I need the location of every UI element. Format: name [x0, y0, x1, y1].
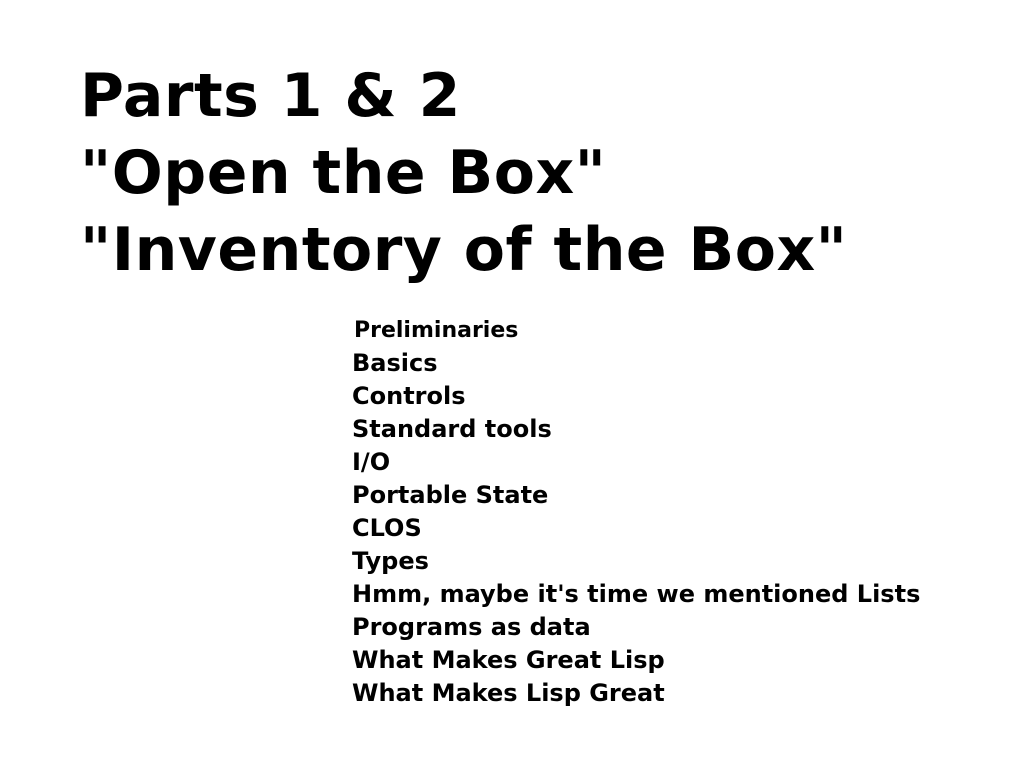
topic-standard-tools: Standard tools [352, 415, 552, 443]
topic-what-makes-great-lisp: What Makes Great Lisp [352, 646, 665, 674]
topic-preliminaries: Preliminaries [354, 318, 519, 343]
topic-portable-state: Portable State [352, 481, 549, 509]
topic-programs-as-data: Programs as data [352, 613, 591, 641]
topic-list: Preliminaries Basics Controls Standard t… [352, 314, 920, 710]
topic-io: I/O [352, 448, 391, 476]
topic-clos: CLOS [352, 514, 422, 542]
topic-lists: Hmm, maybe it's time we mentioned Lists [352, 580, 921, 608]
slide: Parts 1 & 2 "Open the Box" "Inventory of… [0, 0, 1024, 760]
slide-title: Parts 1 & 2 "Open the Box" "Inventory of… [80, 58, 847, 289]
topic-controls: Controls [352, 382, 466, 410]
title-line-inventory-of-the-box: "Inventory of the Box" [80, 215, 848, 285]
topic-basics: Basics [352, 349, 438, 377]
topic-what-makes-lisp-great: What Makes Lisp Great [352, 679, 665, 707]
title-line-parts: Parts 1 & 2 [80, 61, 461, 131]
topic-types: Types [352, 547, 429, 575]
title-line-open-the-box: "Open the Box" [80, 138, 607, 208]
